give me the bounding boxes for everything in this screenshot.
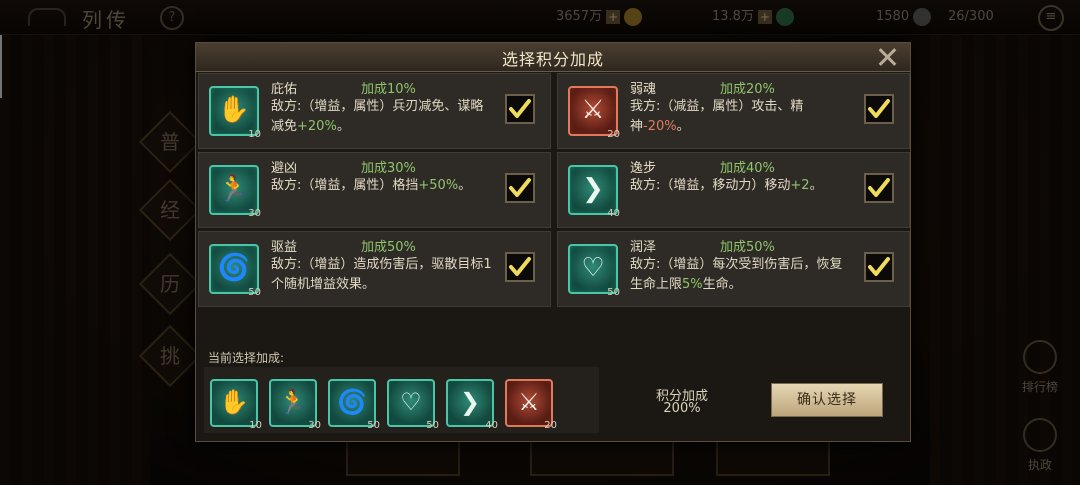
description-value: +20%: [297, 119, 337, 134]
bonus-checkbox[interactable]: [505, 252, 535, 282]
icon-glyph: ✋: [219, 388, 249, 416]
chevron-right-icon[interactable]: ❯ 40: [446, 379, 498, 431]
bonus-card[interactable]: ✋ 10 庇佑 加成10% 敌方:（增益，属性）兵刃减免、谋略减免+20%。: [198, 73, 551, 149]
bonus-name: 弱魂: [630, 82, 657, 97]
icon-glyph: ⚔: [581, 95, 605, 125]
bonus-description: 敌方:（增益，属性）兵刃减免、谋略减免+20%。: [271, 97, 493, 137]
bonus-name: 避凶: [271, 161, 298, 176]
bonus-level: 50: [607, 287, 620, 298]
bonus-name: 润泽: [630, 240, 657, 255]
bonus-name: 驱益: [271, 240, 298, 255]
icon-glyph: ❯: [582, 174, 604, 204]
heart-shield-icon[interactable]: ♡ 50: [387, 379, 439, 431]
description-text: 。: [336, 119, 350, 134]
bonus-card[interactable]: ⚔ 20 弱魂 加成20% 我方:（减益，属性）攻击、精神-20%。: [557, 73, 910, 149]
bonus-percent: 加成20%: [720, 82, 775, 97]
bonus-level: 40: [485, 420, 498, 431]
bonus-level: 50: [426, 420, 439, 431]
bonus-percent: 加成50%: [720, 240, 775, 255]
checkmark-icon: [868, 257, 890, 276]
dialog-header: 选择积分加成: [196, 43, 910, 72]
checkmark-icon: [509, 99, 531, 118]
description-text: 敌方:（增益）造成伤害后，驱散目标1个随机增益效果。: [271, 257, 492, 292]
chevron-right-icon: ❯ 40: [568, 165, 620, 219]
bonus-level: 20: [544, 420, 557, 431]
icon-glyph: ♡: [581, 253, 605, 283]
icon-glyph: 🏃: [217, 174, 251, 204]
bonus-level: 30: [308, 420, 321, 431]
running-man-icon[interactable]: 🏃 30: [269, 379, 321, 431]
close-icon[interactable]: [876, 46, 898, 68]
dialog-title: 选择积分加成: [501, 50, 604, 69]
bonus-level: 30: [248, 208, 261, 219]
swirl-icon: 🌀 50: [209, 244, 261, 298]
checkmark-icon: [509, 178, 531, 197]
selected-label: 当前选择加成:: [208, 351, 285, 365]
bonus-description: 敌方:（增益，属性）格挡+50%。: [271, 176, 493, 196]
bonus-checkbox[interactable]: [864, 173, 894, 203]
bonus-level: 40: [607, 208, 620, 219]
bonus-card[interactable]: 🌀 50 驱益 加成50% 敌方:（增益）造成伤害后，驱散目标1个随机增益效果。: [198, 231, 551, 307]
bonus-card-grid: ✋ 10 庇佑 加成10% 敌方:（增益，属性）兵刃减免、谋略减免+20%。 ⚔ 20 弱魂加…: [198, 73, 910, 307]
score-value: 200%: [663, 401, 701, 416]
bonus-card[interactable]: ❯ 40 逸步 加成40% 敌方:（增益，移动力）移动+2。: [557, 152, 910, 228]
bonus-select-dialog: 选择积分加成 ✋ 10 庇佑 加成10% 敌方:（增益，属性）兵刃减免、谋略减免+20%…: [195, 42, 911, 442]
icon-glyph: 🌀: [217, 253, 251, 283]
icon-glyph: ♡: [400, 388, 422, 416]
description-value: -20%: [643, 119, 677, 134]
description-value: +2: [790, 178, 810, 193]
checkmark-icon: [509, 257, 531, 276]
bonus-name: 逸步: [630, 161, 657, 176]
icon-glyph: ⚔: [518, 388, 540, 416]
description-value: 5%: [682, 277, 703, 292]
bonus-description: 我方:（减益，属性）攻击、精神-20%。: [630, 97, 852, 137]
description-text: 。: [458, 178, 472, 193]
bonus-level: 10: [248, 129, 261, 140]
bonus-percent: 加成40%: [720, 161, 775, 176]
shield-scroll-icon: ✋ 10: [209, 86, 261, 140]
running-man-icon: 🏃 30: [209, 165, 261, 219]
bonus-percent: 加成50%: [361, 240, 416, 255]
bonus-checkbox[interactable]: [864, 252, 894, 282]
icon-glyph: ✋: [217, 95, 251, 125]
swirl-icon[interactable]: 🌀 50: [328, 379, 380, 431]
description-text: 。: [676, 119, 690, 134]
bonus-level: 50: [367, 420, 380, 431]
crossed-swords-icon[interactable]: ⚔ 20: [505, 379, 557, 431]
bonus-description: 敌方:（增益）造成伤害后，驱散目标1个随机增益效果。: [271, 255, 493, 295]
icon-glyph: 🏃: [278, 388, 308, 416]
crossed-swords-icon: ⚔ 20: [568, 86, 620, 140]
bonus-level: 50: [248, 287, 261, 298]
bonus-checkbox[interactable]: [505, 94, 535, 124]
bonus-card[interactable]: 🏃 30 避凶 加成30% 敌方:（增益，属性）格挡+50%。: [198, 152, 551, 228]
description-value: +50%: [418, 178, 459, 193]
description-text: 。: [809, 178, 823, 193]
checkmark-icon: [868, 178, 890, 197]
icon-glyph: 🌀: [337, 388, 367, 416]
bonus-level: 20: [607, 129, 620, 140]
bonus-name: 庇佑: [271, 82, 298, 97]
confirm-button[interactable]: 确认选择: [771, 383, 883, 417]
icon-glyph: ❯: [459, 388, 481, 416]
bonus-level: 10: [249, 420, 262, 431]
description-text: 敌方:（增益，属性）格挡: [271, 178, 419, 193]
shield-scroll-icon[interactable]: ✋ 10: [210, 379, 262, 431]
bonus-description: 敌方:（增益）每次受到伤害后，恢复生命上限5%生命。: [630, 255, 852, 295]
bonus-checkbox[interactable]: [505, 173, 535, 203]
description-text: 生命。: [702, 277, 742, 292]
selected-bonus-strip: ✋ 10 🏃 30 🌀 50 ♡ 50 ❯ 40 ⚔ 20: [204, 367, 599, 433]
heart-shield-icon: ♡ 50: [568, 244, 620, 298]
bonus-percent: 加成30%: [361, 161, 416, 176]
description-text: 敌方:（增益，移动力）移动: [630, 178, 791, 193]
bonus-description: 敌方:（增益，移动力）移动+2。: [630, 176, 852, 196]
bonus-percent: 加成10%: [361, 82, 416, 97]
bonus-checkbox[interactable]: [864, 94, 894, 124]
bonus-card[interactable]: ♡ 50 润泽 加成50% 敌方:（增益）每次受到伤害后，恢复生命上限5%生命。: [557, 231, 910, 307]
checkmark-icon: [868, 99, 890, 118]
